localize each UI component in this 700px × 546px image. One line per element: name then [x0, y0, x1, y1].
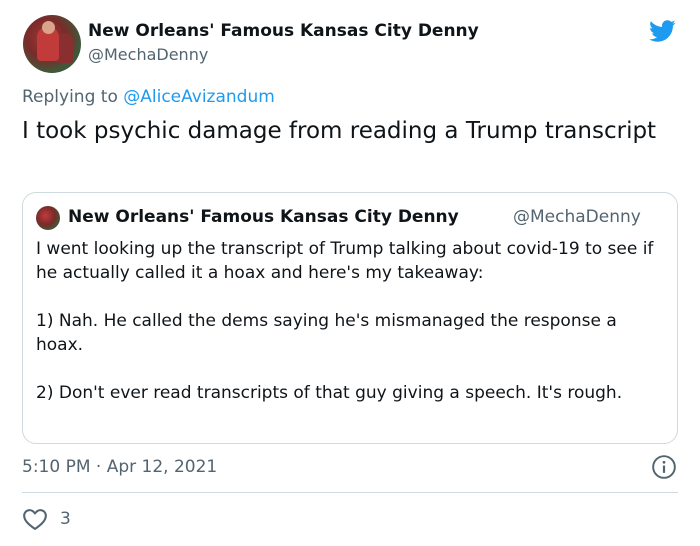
replying-to-label: Replying to — [22, 87, 118, 107]
quoted-tweet[interactable]: New Orleans' Famous Kansas City Denny @M… — [22, 192, 678, 444]
twitter-bird-icon[interactable] — [646, 17, 678, 45]
author-handle[interactable]: @MechaDenny — [88, 45, 208, 64]
replying-to: Replying to @AliceAvizandum — [22, 87, 275, 107]
reply-mention-link[interactable]: @AliceAvizandum — [123, 87, 275, 107]
quoted-author-handle: @MechaDenny — [513, 207, 641, 227]
divider — [22, 492, 678, 493]
heart-icon[interactable] — [22, 507, 48, 531]
quoted-paragraph: 1) Nah. He called the dems saying he's m… — [36, 311, 617, 355]
quoted-paragraph: I went looking up the transcript of Trum… — [36, 239, 654, 283]
quoted-paragraph: 2) Don't ever read transcripts of that g… — [36, 383, 623, 403]
like-count: 3 — [60, 509, 71, 529]
author-avatar[interactable] — [23, 15, 81, 73]
author-display-name[interactable]: New Orleans' Famous Kansas City Denny — [88, 21, 479, 41]
quoted-author-avatar — [36, 206, 60, 230]
tweet-text: I took psychic damage from reading a Tru… — [22, 118, 657, 144]
tweet-timestamp[interactable]: 5:10 PM · Apr 12, 2021 — [22, 457, 217, 477]
info-icon[interactable] — [651, 454, 677, 480]
quoted-author-display-name: New Orleans' Famous Kansas City Denny — [68, 207, 459, 227]
quoted-tweet-text: I went looking up the transcript of Trum… — [36, 237, 666, 405]
